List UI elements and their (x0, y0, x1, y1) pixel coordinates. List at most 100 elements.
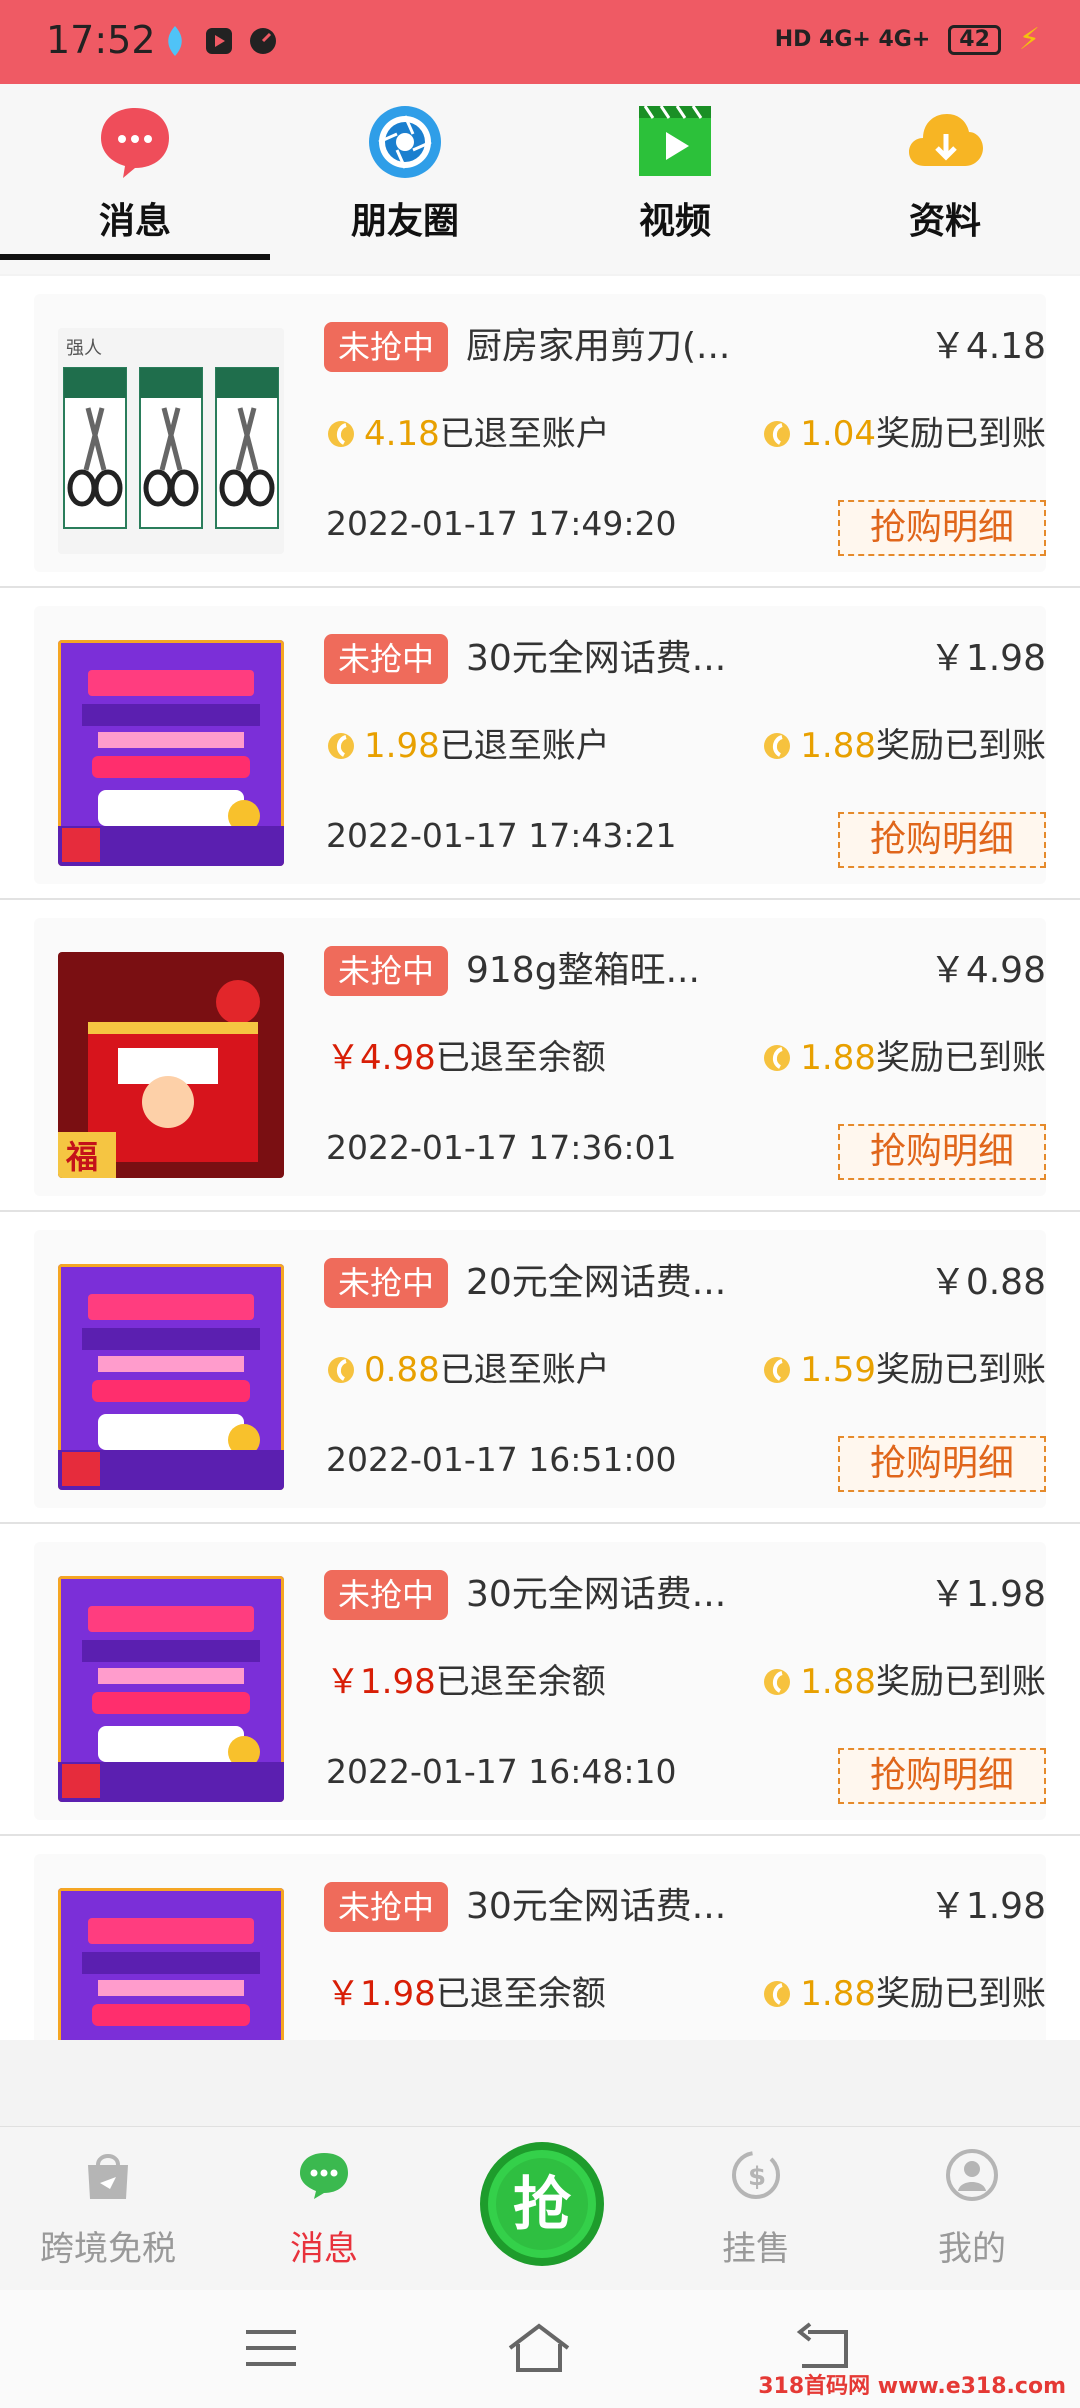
nav-item-sell[interactable]: $ 挂售 (648, 2127, 864, 2291)
nav-label: 挂售 (722, 2229, 790, 2269)
product-thumbnail (58, 1264, 284, 1490)
product-thumbnail (58, 1888, 284, 2040)
scissors-pack (63, 367, 127, 529)
record-card: 强人 未抢中 厨房家用剪刀(... ￥4.18 4.18已退至账户 1.04奖励… (34, 294, 1046, 572)
home-icon[interactable] (504, 2318, 574, 2378)
refund-text: 已退至账户 (439, 414, 610, 454)
refund-amount: 1.98 (364, 726, 440, 766)
refund-amount: ￥1.98 (326, 1974, 436, 2014)
scissors-pack (215, 367, 279, 529)
list-item[interactable]: 强人 未抢中 厨房家用剪刀(... ￥4.18 4.18已退至账户 1.04奖励… (0, 276, 1080, 588)
product-title[interactable]: 厨房家用剪刀(... (466, 322, 806, 372)
cloud-download-icon (909, 114, 983, 166)
purchase-record-list[interactable]: 强人 未抢中 厨房家用剪刀(... ￥4.18 4.18已退至账户 1.04奖励… (0, 276, 1080, 2040)
scissors-product-image: 强人 (58, 328, 284, 554)
product-thumbnail (58, 640, 284, 866)
product-title[interactable]: 30元全网话费... (466, 1882, 806, 1932)
product-image-text: 福 (65, 1138, 98, 1176)
purchase-detail-button[interactable]: 抢购明细 (838, 1124, 1046, 1180)
sell-icon: $ (732, 2151, 780, 2199)
record-card: 未抢中 20元全网话费... ￥0.88 0.88已退至账户 1.59奖励已到账… (34, 1230, 1046, 1508)
gift-box-product-image: 福 (58, 952, 284, 1178)
product-title[interactable]: 918g整箱旺... (466, 946, 806, 996)
reward-info: 1.88奖励已到账 (762, 722, 1046, 770)
coin-icon (764, 1669, 791, 1695)
tab-label: 消息 (98, 201, 171, 242)
refund-text: 已退至余额 (435, 1662, 606, 1702)
active-tab-indicator (0, 254, 270, 260)
list-item[interactable]: 未抢中 20元全网话费... ￥0.88 0.88已退至账户 1.59奖励已到账… (0, 1212, 1080, 1524)
tab-messages[interactable]: 消息 (0, 84, 270, 274)
status-indicators: HD 4G+ 4G+ 42 ⚡ (775, 22, 1040, 57)
purchase-detail-button[interactable]: 抢购明细 (838, 1436, 1046, 1492)
record-datetime: 2022-01-17 17:43:21 (326, 816, 677, 855)
status-badge: 未抢中 (324, 634, 449, 684)
tab-video[interactable]: 视频 (540, 84, 810, 274)
phone-credit-promo-image (58, 1264, 284, 1490)
grab-button-label: 抢 (513, 2170, 572, 2238)
top-tab-bar: 消息 朋友圈 视频 资料 (0, 84, 1080, 274)
coin-icon (328, 733, 354, 759)
product-title[interactable]: 20元全网话费... (466, 1258, 806, 1308)
watermark: 318首码网 www.e318.com (758, 2374, 1066, 2399)
refund-info: 0.88已退至账户 (326, 1346, 610, 1394)
record-datetime: 2022-01-17 16:51:00 (326, 1440, 677, 1479)
status-bar: 17:52 HD 4G+ 4G+ 42 ⚡ (0, 0, 1080, 84)
app-notification-icon (168, 26, 182, 56)
purchase-detail-button[interactable]: 抢购明细 (838, 1748, 1046, 1804)
refund-info: ￥1.98已退至余额 (326, 1658, 606, 1706)
reward-text: 奖励已到账 (876, 1038, 1046, 1078)
list-item[interactable]: 福 未抢中 918g整箱旺... ￥4.98 ￥4.98已退至余额 1.88奖励… (0, 900, 1080, 1212)
product-price: ￥4.98 (929, 950, 1046, 991)
reward-amount: 1.59 (800, 1350, 876, 1390)
product-thumbnail: 福 (58, 952, 284, 1178)
list-item[interactable]: 未抢中 30元全网话费... ￥1.98 ￥1.98已退至余额 1.88奖励已到… (0, 1524, 1080, 1836)
reward-amount: 1.88 (800, 1038, 876, 1078)
record-card: 未抢中 30元全网话费... ￥1.98 1.98已退至账户 1.88奖励已到账… (34, 606, 1046, 884)
product-title[interactable]: 30元全网话费... (466, 634, 806, 684)
coin-icon (764, 733, 791, 759)
reward-info: 1.88奖励已到账 (762, 1970, 1046, 2018)
record-card: 福 未抢中 918g整箱旺... ￥4.98 ￥4.98已退至余额 1.88奖励… (34, 918, 1046, 1196)
nav-item-cross-border[interactable]: 跨境免税 (0, 2127, 216, 2291)
refund-info: 1.98已退至账户 (326, 722, 610, 770)
purchase-detail-button[interactable]: 抢购明细 (838, 812, 1046, 868)
system-nav-bar: 318首码网 www.e318.com (0, 2290, 1080, 2408)
reward-text: 奖励已到账 (876, 1350, 1046, 1390)
battery-indicator: 42 (948, 24, 1001, 55)
coin-icon (328, 421, 354, 447)
nav-item-messages[interactable]: 消息 (216, 2127, 432, 2291)
tab-files[interactable]: 资料 (810, 84, 1080, 274)
product-price: ￥0.88 (929, 1262, 1046, 1303)
refund-amount: 4.18 (364, 414, 440, 454)
reward-text: 奖励已到账 (876, 1974, 1046, 2014)
menu-icon[interactable] (236, 2318, 306, 2378)
nav-item-profile[interactable]: 我的 (864, 2127, 1080, 2291)
video-notification-icon (206, 28, 232, 54)
coin-icon (328, 1357, 354, 1383)
refund-text: 已退至账户 (439, 726, 610, 766)
list-item[interactable]: 未抢中 30元全网话费... ￥1.98 ￥1.98已退至余额 1.88奖励已到… (0, 1836, 1080, 2040)
coin-icon (764, 1045, 791, 1071)
list-item[interactable]: 未抢中 30元全网话费... ￥1.98 1.98已退至账户 1.88奖励已到账… (0, 588, 1080, 900)
reward-info: 1.88奖励已到账 (762, 1658, 1046, 1706)
reward-amount: 1.04 (800, 414, 876, 454)
grab-button[interactable]: 抢 (472, 2134, 612, 2274)
phone-credit-promo-image (58, 1888, 284, 2040)
network-indicator: HD 4G+ 4G+ (774, 27, 931, 52)
phone-credit-promo-image (58, 640, 284, 866)
reward-text: 奖励已到账 (876, 414, 1046, 454)
status-time: 17:52 (46, 18, 156, 62)
refund-amount: 0.88 (364, 1350, 440, 1390)
tab-label: 视频 (638, 201, 711, 242)
scissors-pack (139, 367, 203, 529)
reward-amount: 1.88 (800, 726, 876, 766)
nav-label: 消息 (290, 2229, 358, 2269)
refund-text: 已退至余额 (435, 1974, 606, 2014)
product-title[interactable]: 30元全网话费... (466, 1570, 806, 1620)
coin-icon (764, 1357, 791, 1383)
tab-moments[interactable]: 朋友圈 (270, 84, 540, 274)
product-thumbnail (58, 1576, 284, 1802)
purchase-detail-button[interactable]: 抢购明细 (838, 500, 1046, 556)
status-badge: 未抢中 (324, 1258, 449, 1308)
